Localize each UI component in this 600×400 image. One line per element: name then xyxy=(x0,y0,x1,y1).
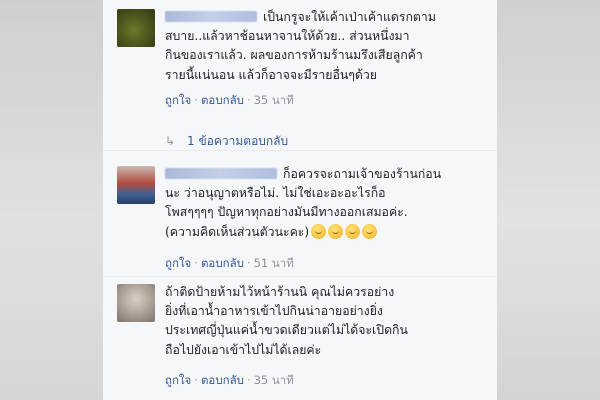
smiling-face-emoji-icon xyxy=(362,223,378,239)
reply-link[interactable]: ตอบกลับ xyxy=(201,256,244,270)
like-link[interactable]: ถูกใจ xyxy=(165,256,191,270)
background-left xyxy=(0,0,103,400)
timestamp[interactable]: 51 นาที xyxy=(254,256,294,270)
reply-link[interactable]: ตอบกลับ xyxy=(201,373,244,387)
avatar[interactable] xyxy=(117,166,155,204)
avatar[interactable] xyxy=(117,284,155,322)
smiling-face-emoji-icon xyxy=(328,223,344,239)
view-replies-label[interactable]: 1 ข้อความตอบกลับ xyxy=(187,134,288,148)
commenter-name-blurred[interactable] xyxy=(165,168,277,179)
separator-dot: · xyxy=(246,93,251,107)
like-link[interactable]: ถูกใจ xyxy=(165,93,191,107)
avatar[interactable] xyxy=(117,9,155,47)
comment-actions: ถูกใจ · ตอบกลับ · 35 นาที xyxy=(165,372,294,390)
comment-thread: เป็นกรูจะให้เค้าเป่าเค้าแดรกตาม สบาย..แล… xyxy=(103,0,497,400)
like-link[interactable]: ถูกใจ xyxy=(165,373,191,387)
smiling-face-emoji-icon xyxy=(345,223,361,239)
reply-link[interactable]: ตอบกลับ xyxy=(201,93,244,107)
separator-dot: · xyxy=(246,373,251,387)
commenter-name-blurred[interactable] xyxy=(165,11,257,22)
timestamp[interactable]: 35 นาที xyxy=(254,373,294,387)
comment-actions: ถูกใจ · ตอบกลับ · 35 นาที xyxy=(165,92,294,110)
separator-dot: · xyxy=(246,256,251,270)
separator-dot: · xyxy=(194,256,198,270)
view-replies-link[interactable]: ↳ 1 ข้อความตอบกลับ xyxy=(165,132,288,151)
divider xyxy=(103,276,497,277)
timestamp[interactable]: 35 นาที xyxy=(254,93,294,107)
separator-dot: · xyxy=(194,93,198,107)
comment-text: ถ้าติดป้ายห้ามไว้หน้าร้านนิ คุณไม่ควรอย่… xyxy=(165,285,408,357)
background-right xyxy=(497,0,600,400)
smiling-face-emoji-icon xyxy=(311,223,327,239)
comment-actions: ถูกใจ · ตอบกลับ · 51 นาที xyxy=(165,255,294,273)
emoji-group xyxy=(309,223,378,239)
reply-arrow-icon: ↳ xyxy=(165,134,176,148)
divider xyxy=(103,150,497,151)
separator-dot: · xyxy=(194,373,198,387)
